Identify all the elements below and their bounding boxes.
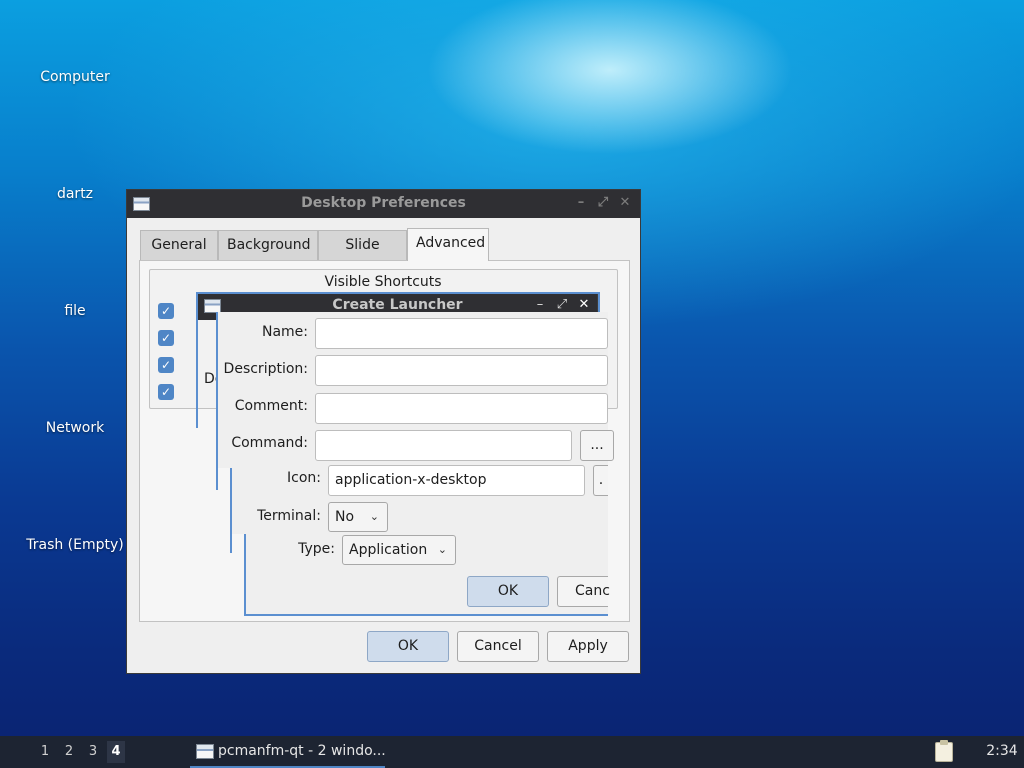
task-label: pcmanfm-qt - 2 windo... (218, 743, 386, 759)
terminal-select-value: No (335, 509, 355, 525)
chevron-down-icon: ⌄ (437, 543, 447, 556)
comment-label: Comment: (234, 398, 308, 414)
comment-input[interactable] (315, 393, 608, 424)
launcher-border-bottom (244, 614, 608, 616)
minimize-icon[interactable]: – (574, 194, 588, 212)
terminal-select[interactable]: No ⌄ (328, 502, 388, 532)
desktop-icon-file[interactable]: file (20, 303, 130, 319)
taskbar-task-button[interactable]: pcmanfm-qt - 2 windo... (190, 736, 386, 768)
tab-general[interactable]: General (140, 230, 218, 260)
command-input[interactable] (315, 430, 572, 461)
type-select[interactable]: Application ⌄ (342, 535, 456, 565)
launcher-cancel-button[interactable]: Canc (557, 576, 610, 607)
launcher-border-left-1 (196, 292, 198, 428)
taskbar: 1 2 3 4 pcmanfm-qt - 2 windo... 2:34 (0, 736, 1024, 768)
clipboard-icon[interactable] (935, 740, 953, 762)
task-window-icon (196, 744, 214, 759)
chevron-down-icon: ⌄ (369, 510, 379, 523)
desktop-icon-computer[interactable]: Computer (20, 69, 130, 85)
maximize-icon[interactable]: ⤢ (596, 194, 610, 212)
description-label: Description: (223, 361, 308, 377)
prefs-ok-button[interactable]: OK (367, 631, 449, 662)
terminal-label: Terminal: (257, 508, 321, 524)
icon-label: Icon: (287, 470, 321, 486)
launcher-ok-button[interactable]: OK (467, 576, 549, 607)
icon-input[interactable]: application-x-desktop (328, 465, 585, 496)
close-icon[interactable]: ✕ (618, 194, 632, 212)
name-input[interactable] (315, 318, 608, 349)
launcher-border-right (598, 292, 600, 314)
type-select-value: Application (349, 542, 428, 558)
prefs-titlebar[interactable]: Desktop Preferences – ⤢ ✕ (127, 190, 640, 218)
desktop-icon-home[interactable]: dartz (20, 186, 130, 202)
tab-background[interactable]: Background (218, 230, 318, 260)
shortcut-checkbox-3[interactable]: ✓ (158, 357, 174, 373)
command-label: Command: (231, 435, 308, 451)
command-browse-button[interactable]: ... (580, 430, 614, 461)
desktop-icon-trash[interactable]: Trash (Empty) (20, 537, 130, 553)
desktop-switch-2[interactable]: 2 (60, 744, 78, 759)
shortcut-checkbox-1[interactable]: ✓ (158, 303, 174, 319)
type-label: Type: (298, 541, 335, 557)
desktop-switch-3[interactable]: 3 (84, 744, 102, 759)
clock[interactable]: 2:34 (982, 743, 1022, 759)
name-label: Name: (261, 324, 308, 340)
shortcut-checkbox-4[interactable]: ✓ (158, 384, 174, 400)
prefs-cancel-button[interactable]: Cancel (457, 631, 539, 662)
visible-shortcuts-title: Visible Shortcuts (324, 274, 442, 290)
tab-slide-show[interactable]: Slide Show (318, 230, 407, 281)
desktop-switch-1[interactable]: 1 (36, 744, 54, 759)
launcher-border-top (197, 292, 600, 294)
shortcut-checkbox-2[interactable]: ✓ (158, 330, 174, 346)
prefs-apply-button[interactable]: Apply (547, 631, 629, 662)
tab-advanced[interactable]: Advanced (407, 228, 489, 261)
desktop-icon-network[interactable]: Network (20, 420, 130, 436)
icon-browse-button[interactable]: . (593, 465, 608, 496)
desktop-switch-4[interactable]: 4 (107, 741, 125, 763)
description-input[interactable] (315, 355, 608, 386)
prefs-window-title: Desktop Preferences (301, 195, 466, 211)
